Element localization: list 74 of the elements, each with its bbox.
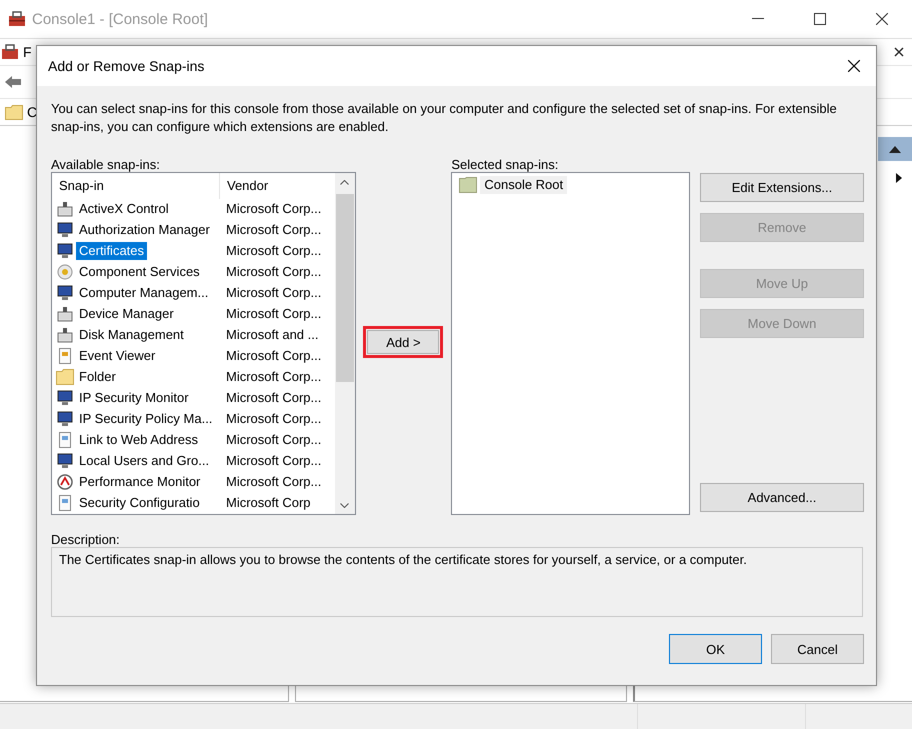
vendor-text: Microsoft and ... <box>225 327 318 342</box>
scrollbar[interactable] <box>334 173 355 514</box>
vendor-text: Microsoft Corp... <box>225 474 322 489</box>
column-header[interactable]: Snap-in <box>52 173 220 198</box>
device-icon <box>56 306 74 322</box>
page-icon <box>56 432 74 448</box>
snap-in-name[interactable]: Local Users and Gro... <box>76 452 212 470</box>
back-arrow-icon[interactable] <box>4 75 22 89</box>
snap-in-name[interactable]: ActiveX Control <box>76 200 172 218</box>
action-button[interactable]: Edit Extensions... <box>700 173 864 202</box>
scroll-up-icon[interactable] <box>340 180 350 185</box>
tree-item[interactable]: C <box>27 104 38 120</box>
monitor-icon <box>56 284 74 300</box>
intro-text: You can select snap-ins for this console from those available on your computer and configure the selected set of snap-ins. For extensible snap-ins, you can configure which extensions are enabled. <box>51 100 838 136</box>
snap-in-name[interactable]: IP Security Monitor <box>76 388 192 406</box>
list-label: Available snap-ins: <box>51 158 161 172</box>
vendor-text: Microsoft Corp... <box>225 432 322 447</box>
vendor-text: Microsoft Corp... <box>225 222 322 237</box>
menu-item[interactable]: F <box>23 44 32 60</box>
vendor-text: Microsoft Corp... <box>225 306 322 321</box>
snap-in-name[interactable]: Device Manager <box>76 304 177 322</box>
snap-in-name[interactable]: Component Services <box>76 262 203 280</box>
snap-in-name[interactable]: Security Configuratio <box>76 494 203 512</box>
vendor-text: Microsoft Corp... <box>225 369 322 384</box>
minimize-icon[interactable] <box>752 18 764 20</box>
vendor-text: Microsoft Corp... <box>225 264 322 279</box>
column-header[interactable]: Vendor <box>220 173 268 198</box>
description-text: The Certificates snap-in allows you to browse the contents of the certificate stores for yourself, a service, or a computer. <box>59 552 748 568</box>
folder-icon <box>5 104 23 120</box>
expand-arrow-icon[interactable] <box>896 173 902 183</box>
vendor-text: Microsoft Corp... <box>225 348 322 363</box>
toolbox-icon <box>8 10 26 28</box>
snap-in-name[interactable]: IP Security Policy Ma... <box>76 410 216 428</box>
description-label: Description: <box>51 533 121 547</box>
dialog-button[interactable]: Cancel <box>771 634 864 664</box>
maximize-icon[interactable] <box>814 13 826 25</box>
snap-in-name[interactable]: Performance Monitor <box>76 472 204 490</box>
snap-in-name[interactable]: Link to Web Address <box>76 430 201 448</box>
window-title: Console1 - [Console Root] <box>32 10 208 28</box>
action-button[interactable]: Advanced... <box>700 483 864 512</box>
monitor-icon <box>56 242 74 258</box>
monitor-icon <box>56 222 74 238</box>
close-icon[interactable] <box>848 60 860 72</box>
snap-in-name[interactable]: Event Viewer <box>76 346 158 364</box>
scroll-down-icon[interactable] <box>340 503 350 508</box>
folder-icon <box>56 368 74 384</box>
gear-icon <box>56 264 74 280</box>
toolbox-icon <box>1 43 19 61</box>
vendor-text: Microsoft Corp... <box>225 285 322 300</box>
tree-item[interactable]: Console Root <box>480 176 568 194</box>
snap-in-name[interactable]: Certificates <box>76 242 148 260</box>
monitor-icon <box>56 390 74 406</box>
folder-icon <box>459 177 478 193</box>
gauge-icon <box>56 474 74 490</box>
scroll-up-icon[interactable] <box>889 146 901 152</box>
vendor-text: Microsoft Corp... <box>225 453 322 468</box>
vendor-text: Microsoft Corp... <box>225 201 322 216</box>
close-icon[interactable] <box>876 13 888 25</box>
add-button[interactable]: Add > <box>363 326 444 358</box>
dialog-button[interactable]: OK <box>669 634 762 664</box>
monitor-icon <box>56 410 74 426</box>
monitor-icon <box>56 452 74 468</box>
page-icon <box>56 494 74 510</box>
vendor-text: Microsoft Corp... <box>225 390 322 405</box>
snap-in-name[interactable]: Authorization Manager <box>76 220 213 238</box>
vendor-text: Microsoft Corp... <box>225 411 322 426</box>
list-label: Selected snap-ins: <box>451 158 560 172</box>
vendor-text: Microsoft Corp <box>225 495 311 510</box>
close-icon[interactable] <box>894 47 904 57</box>
snap-in-name[interactable]: Disk Management <box>76 326 187 344</box>
vendor-text: Microsoft Corp... <box>225 243 322 258</box>
dialog-title: Add or Remove Snap-ins <box>48 58 204 74</box>
snap-in-name[interactable]: Computer Managem... <box>76 284 212 302</box>
snap-in-name[interactable]: Folder <box>76 368 119 386</box>
